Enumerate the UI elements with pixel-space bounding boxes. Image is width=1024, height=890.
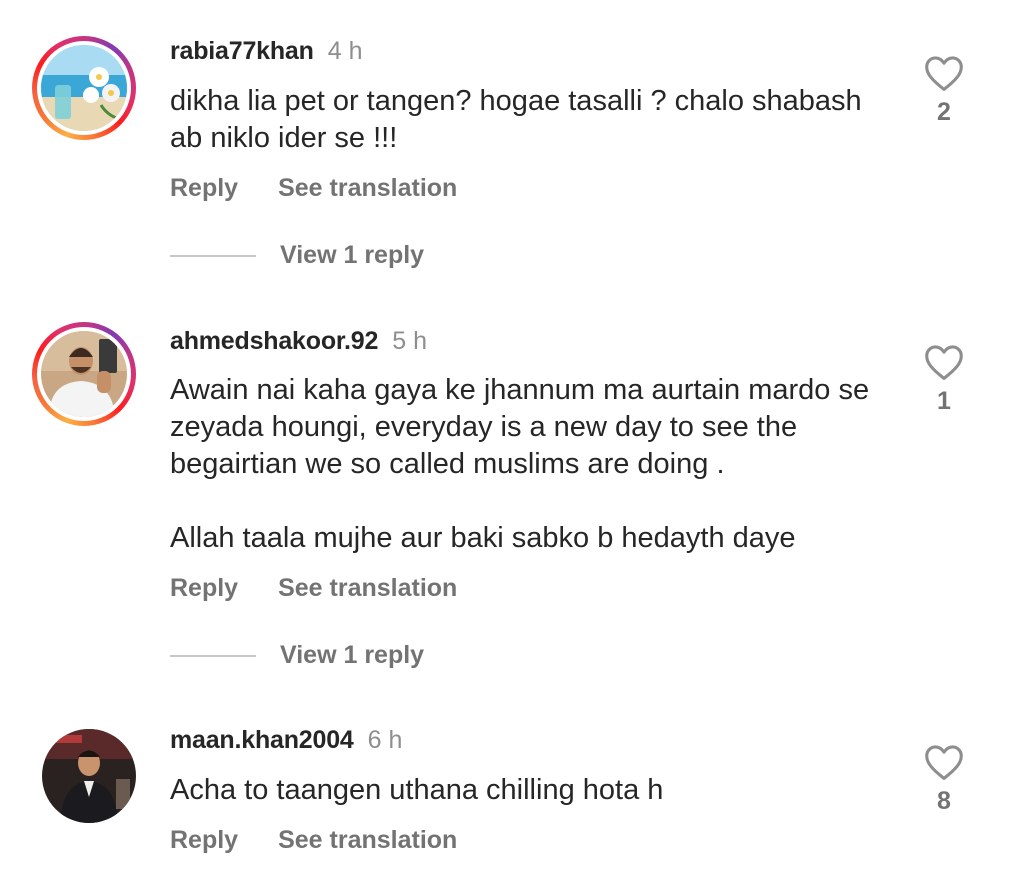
comment-actions: Reply See translation [170,573,457,603]
avatar-story-ring[interactable] [32,36,136,140]
timestamp: 5 h [392,327,427,355]
like-count: 8 [937,787,951,815]
like-control[interactable]: 8 [914,743,974,816]
heart-outline-icon[interactable] [923,343,965,381]
heart-outline-icon[interactable] [923,54,965,92]
see-translation-button[interactable]: See translation [278,574,457,602]
like-count: 1 [937,387,951,415]
username[interactable]: maan.khan2004 [170,726,354,754]
comment-actions: Reply See translation [170,173,457,203]
avatar-story-ring[interactable] [32,322,136,426]
comment-header: rabia77khan 4 h [170,36,362,66]
comment-text: dikha lia pet or tangen? hogae tasalli ?… [170,83,890,157]
avatar [41,331,127,417]
heart-outline-icon[interactable] [923,743,965,781]
reply-button[interactable]: Reply [170,174,238,202]
comment-paragraph: Awain nai kaha gaya ke jhannum ma aurtai… [170,374,870,480]
comment-text: Acha to taangen uthana chilling hota h [170,772,890,809]
username[interactable]: rabia77khan [170,37,314,65]
reply-button[interactable]: Reply [170,826,238,854]
comment-paragraph: Acha to taangen uthana chilling hota h [170,774,664,806]
comment-paragraph: dikha lia pet or tangen? hogae tasalli ?… [170,85,862,154]
like-control[interactable]: 2 [914,54,974,127]
like-count: 2 [937,98,951,126]
comment-header: maan.khan2004 6 h [170,725,402,755]
see-translation-button[interactable]: See translation [278,174,457,202]
replies-divider [170,255,256,257]
comment-actions: Reply See translation [170,825,457,855]
view-replies-button[interactable]: View 1 reply [280,240,424,270]
comment-header: ahmedshakoor.92 5 h [170,326,427,356]
timestamp: 6 h [367,726,403,754]
timestamp: 4 h [327,37,363,65]
avatar [41,45,127,131]
reply-button[interactable]: Reply [170,574,238,602]
replies-divider [170,655,256,657]
view-replies-button[interactable]: View 1 reply [280,640,424,670]
comment-paragraph: Allah taala mujhe aur baki sabko b heday… [170,522,796,554]
username[interactable]: ahmedshakoor.92 [170,327,378,355]
see-translation-button[interactable]: See translation [278,826,457,854]
comment-text: Awain nai kaha gaya ke jhannum ma aurtai… [170,372,890,557]
like-control[interactable]: 1 [914,343,974,416]
avatar[interactable] [42,729,136,823]
